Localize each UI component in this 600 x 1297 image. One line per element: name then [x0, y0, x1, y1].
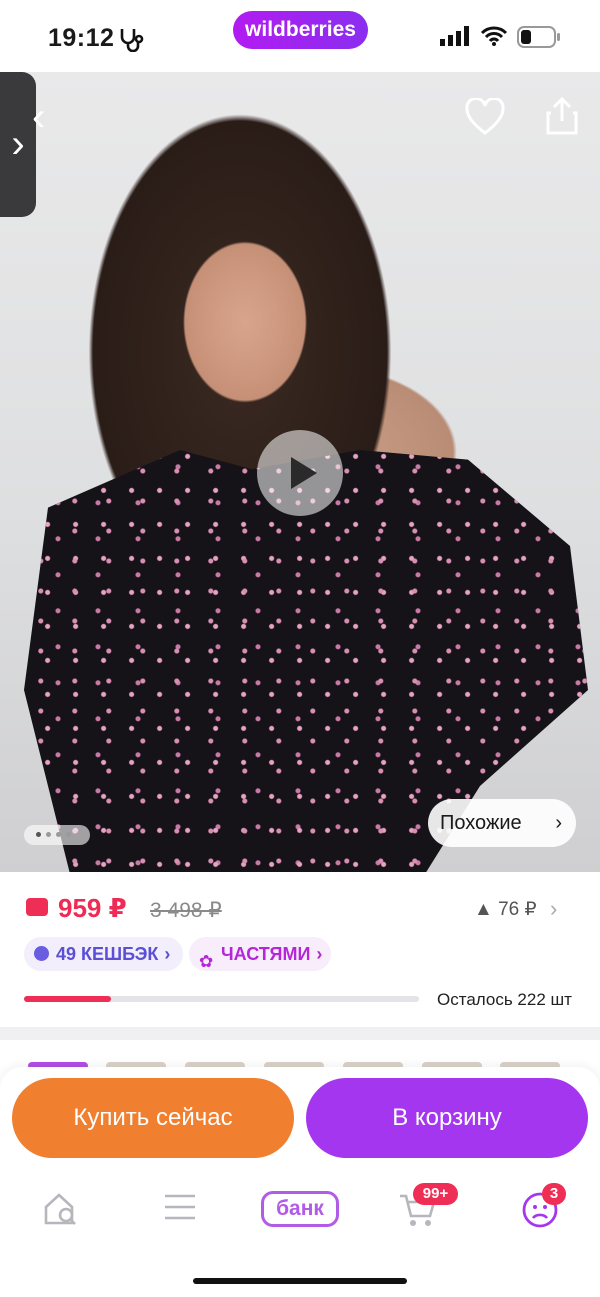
status-bar: 19:12 wildberries	[0, 0, 600, 72]
section-divider	[0, 1027, 600, 1040]
cashback-badge[interactable]: 49 КЕШБЭК ›	[24, 937, 183, 971]
stock-progress-fill	[24, 996, 111, 1002]
similar-label: Похожие	[440, 812, 522, 834]
signal-icon	[440, 26, 469, 46]
pager-dot	[56, 832, 61, 837]
bank-tab[interactable]: банк	[261, 1191, 339, 1227]
chevron-right-icon: ›	[164, 944, 171, 964]
heart-icon[interactable]	[465, 98, 505, 136]
price-change-value: 76 ₽	[498, 899, 537, 920]
cart-count-badge: 99+	[413, 1183, 458, 1205]
price-change[interactable]: ▲ 76 ₽	[474, 898, 537, 921]
side-nav-button[interactable]: ›	[0, 72, 36, 217]
catalog-menu-icon[interactable]	[163, 1190, 197, 1224]
home-indicator	[193, 1278, 407, 1284]
share-icon[interactable]	[545, 96, 579, 136]
similar-button[interactable]: Похожие ›	[428, 799, 576, 847]
add-to-cart-button[interactable]: В корзину	[306, 1078, 588, 1158]
current-price: 959 ₽	[58, 893, 127, 923]
pager-dot	[46, 832, 51, 837]
play-video-button[interactable]	[257, 430, 343, 516]
wallet-icon	[26, 898, 48, 916]
buy-now-button[interactable]: Купить сейчас	[12, 1078, 294, 1158]
pager-dot-active	[36, 832, 41, 837]
profile-notification-badge: 3	[542, 1183, 566, 1205]
installments-badge[interactable]: ✿ ЧАСТЯМИ ›	[189, 937, 331, 971]
pager-dot	[66, 832, 71, 837]
installments-label: ЧАСТЯМИ	[221, 944, 311, 964]
battery-icon	[517, 26, 560, 48]
home-search-icon[interactable]	[42, 1190, 80, 1228]
clock: 19:12	[48, 24, 115, 52]
wifi-icon	[480, 26, 508, 46]
chevron-right-icon[interactable]: ›	[550, 896, 557, 922]
back-chevron-icon[interactable]: ‹	[32, 95, 45, 140]
stock-remaining: Осталось 222 шт	[437, 990, 572, 1009]
stock-progress-bar	[24, 996, 419, 1002]
cashback-label: 49 КЕШБЭК	[56, 944, 159, 964]
stethoscope-icon	[120, 29, 144, 52]
image-pager-dots	[24, 825, 90, 845]
brand-logo: wildberries	[233, 11, 368, 49]
flower-icon: ✿	[199, 952, 214, 971]
chevron-right-icon: ›	[316, 944, 323, 964]
coin-icon	[34, 946, 49, 961]
old-price: 3 498 ₽	[150, 899, 222, 922]
chevron-right-icon: ›	[555, 812, 562, 834]
